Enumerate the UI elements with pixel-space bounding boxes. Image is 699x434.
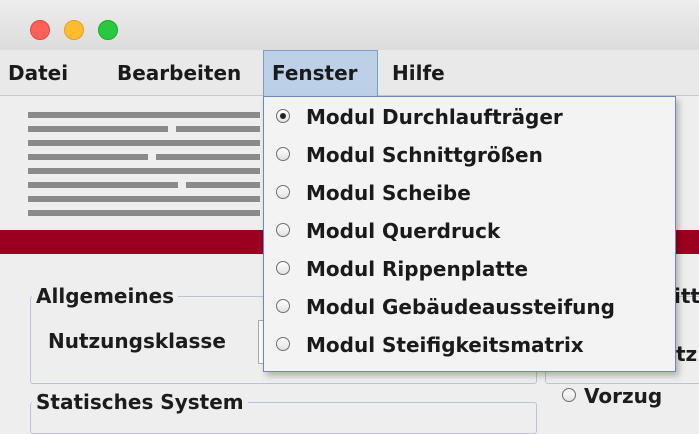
- vorzug-label: Vorzug: [584, 384, 663, 408]
- menu-item-rippenplatte[interactable]: Modul Rippenplatte: [264, 251, 675, 287]
- radio-icon: [276, 223, 290, 237]
- radio-icon: [276, 299, 290, 313]
- radio-icon: [276, 337, 290, 351]
- allgemeines-legend: Allgemeines: [32, 282, 179, 310]
- menu-item-label: Modul Schnittgrößen: [306, 143, 543, 167]
- right-panel-legend-fragment: itt: [674, 284, 699, 308]
- radio-selected-icon: [276, 109, 290, 123]
- close-window-button[interactable]: [30, 20, 50, 40]
- menu-bearbeiten[interactable]: Bearbeiten: [109, 50, 249, 96]
- menu-item-label: Modul Querdruck: [306, 219, 501, 243]
- vorzug-radio[interactable]: [562, 388, 576, 402]
- menu-hilfe[interactable]: Hilfe: [384, 50, 453, 96]
- menu-item-durchlauftraeger[interactable]: Modul Durchlaufträger: [264, 99, 675, 135]
- menu-item-label: Modul Steifigkeitsmatrix: [306, 333, 584, 357]
- menu-fenster[interactable]: Fenster: [263, 50, 378, 96]
- menu-item-steifigkeitsmatrix[interactable]: Modul Steifigkeitsmatrix: [264, 327, 675, 363]
- menu-item-label: Modul Rippenplatte: [306, 257, 529, 281]
- menu-item-label: Modul Scheibe: [306, 181, 471, 205]
- statisches-system-legend: Statisches System: [32, 388, 248, 416]
- maximize-window-button[interactable]: [98, 20, 118, 40]
- menubar: Datei Bearbeiten Fenster Hilfe: [0, 50, 699, 96]
- menu-item-label: Modul Gebäudeaussteifung: [306, 295, 615, 319]
- app-logo: [28, 112, 290, 220]
- window-titlebar: [0, 0, 699, 50]
- radio-icon: [276, 261, 290, 275]
- right-panel-label-fragment: tz: [676, 342, 698, 366]
- menu-datei[interactable]: Datei: [0, 50, 76, 96]
- menu-item-querdruck[interactable]: Modul Querdruck: [264, 213, 675, 249]
- menu-item-label: Modul Durchlaufträger: [306, 105, 563, 129]
- minimize-window-button[interactable]: [64, 20, 84, 40]
- radio-icon: [276, 147, 290, 161]
- menu-item-schnittgroessen[interactable]: Modul Schnittgrößen: [264, 137, 675, 173]
- fenster-dropdown-menu: Modul Durchlaufträger Modul Schnittgröße…: [263, 96, 676, 372]
- radio-icon: [276, 185, 290, 199]
- nutzungsklasse-label: Nutzungsklasse: [48, 329, 226, 353]
- menu-item-scheibe[interactable]: Modul Scheibe: [264, 175, 675, 211]
- menu-item-gebaeudeaussteifung[interactable]: Modul Gebäudeaussteifung: [264, 289, 675, 325]
